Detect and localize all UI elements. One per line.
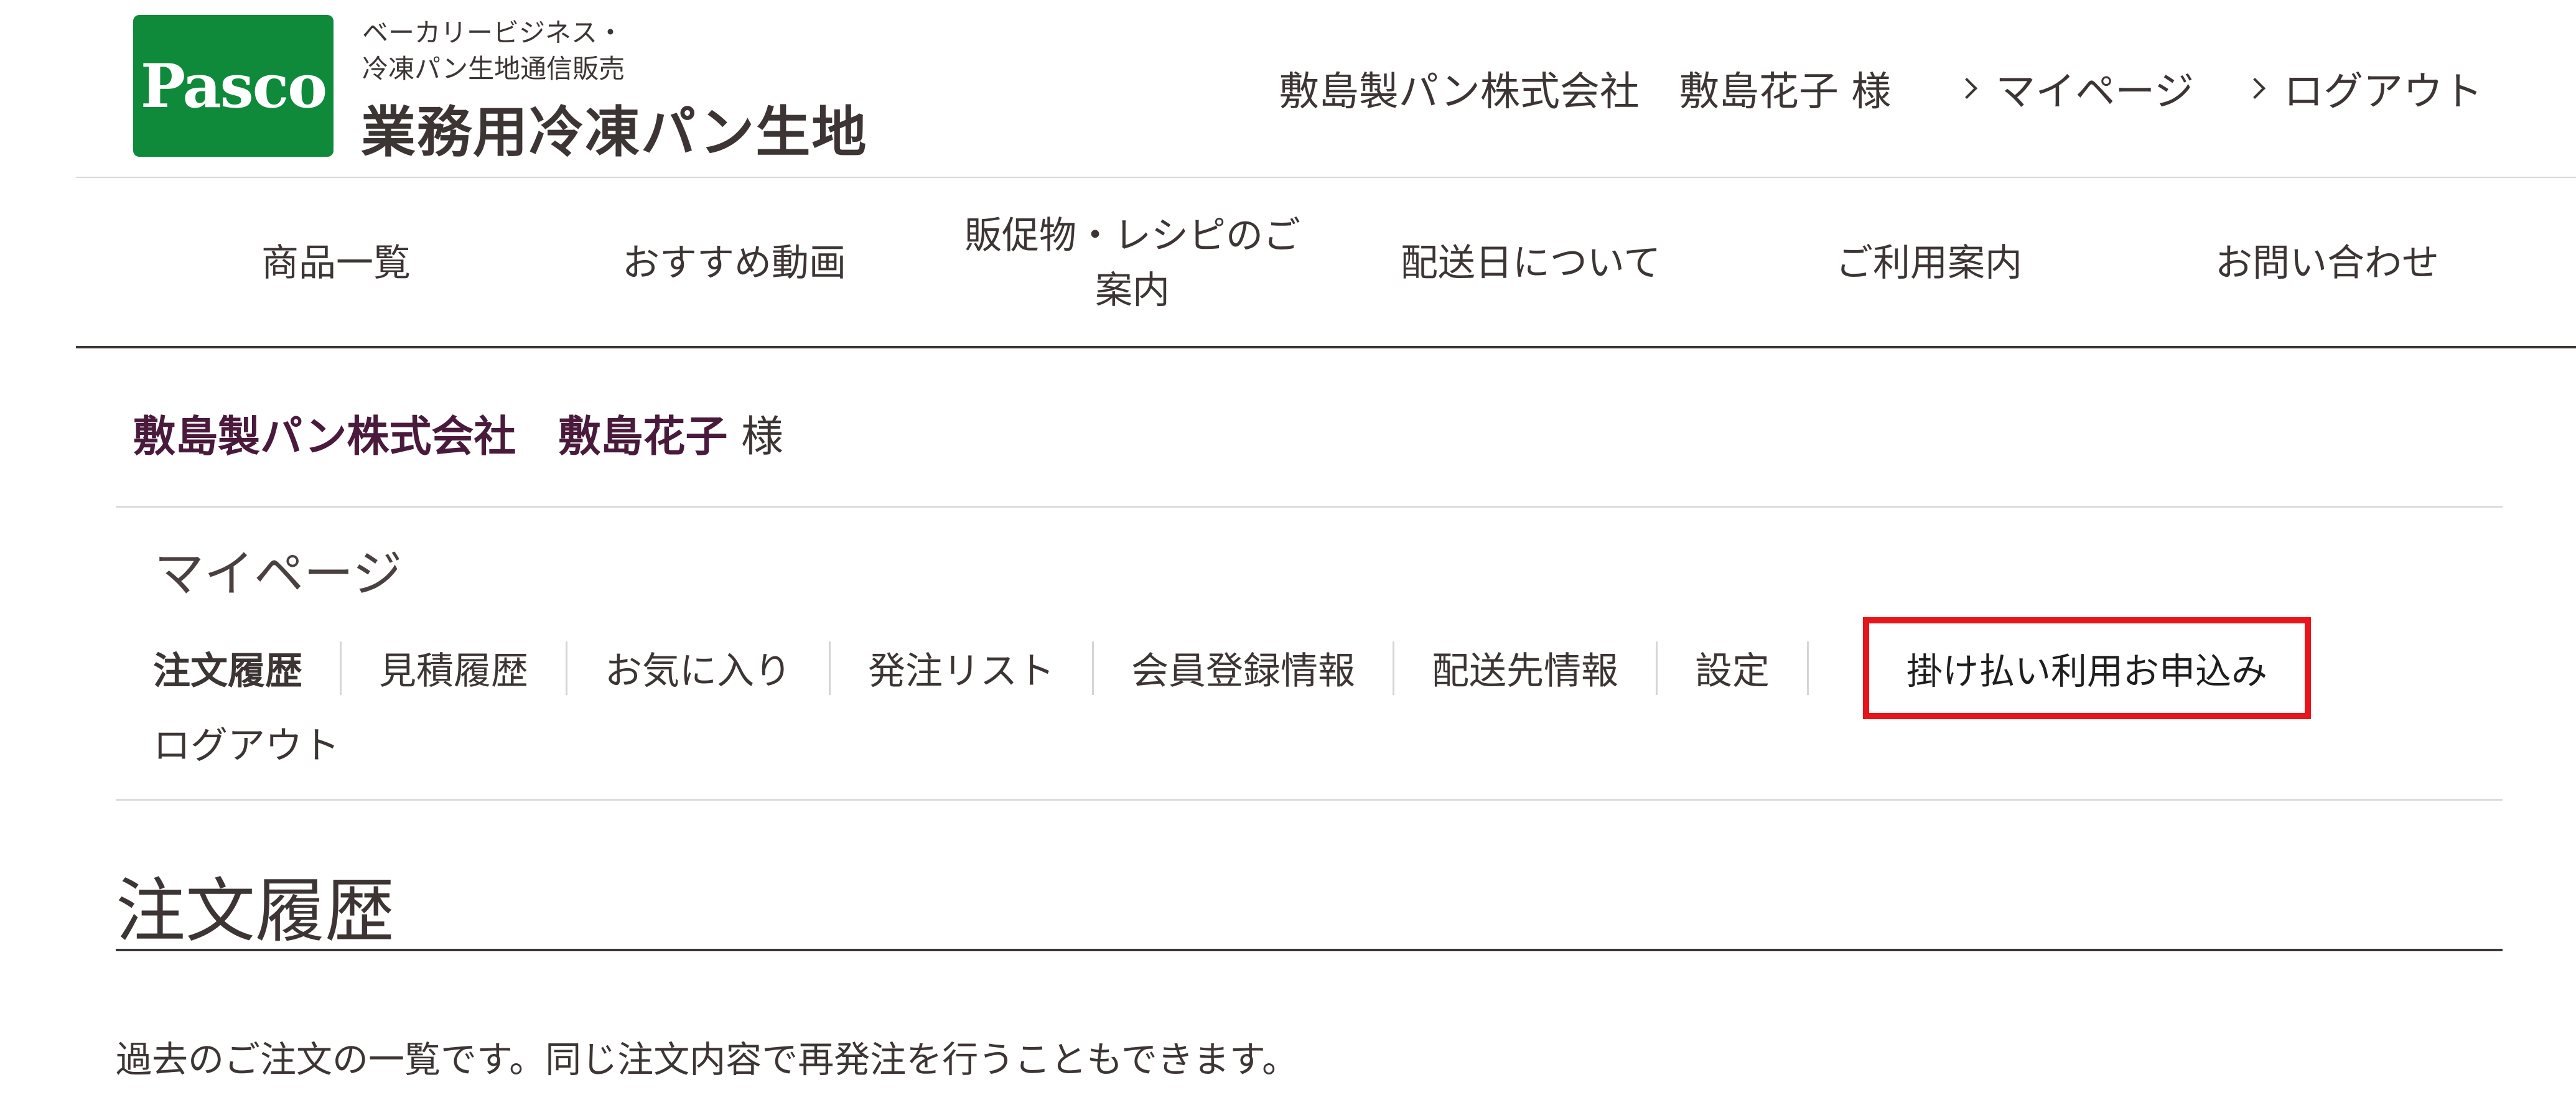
tab-separator xyxy=(566,641,567,695)
brand-subtitle: ベーカリービジネス・ 冷凍パン生地通信販売 xyxy=(362,15,625,87)
nav-item-products[interactable]: 商品一覧 xyxy=(137,236,535,291)
tabs-divider xyxy=(116,799,2503,801)
tab-order-list[interactable]: 発注リスト xyxy=(868,641,1055,695)
brand-title: 業務用冷凍パン生地 xyxy=(361,100,868,164)
tab-order-history[interactable]: 注文履歴 xyxy=(153,641,302,695)
tab-separator xyxy=(1656,641,1658,695)
chevron-right-icon xyxy=(1956,78,1978,99)
nav-item-usage-guide[interactable]: ご利用案内 xyxy=(1730,236,2128,291)
tab-settings[interactable]: 設定 xyxy=(1695,641,1770,695)
header-divider xyxy=(76,177,2576,178)
nav-item-delivery-dates[interactable]: 配送日について xyxy=(1332,236,1730,291)
tab-separator xyxy=(1393,641,1394,695)
header-user-name: 敷島製パン株式会社 敷島花子 様 xyxy=(1279,69,1892,115)
logo-text: Pasco xyxy=(140,50,327,121)
brand-subtitle-line1: ベーカリービジネス・ xyxy=(362,17,624,48)
tab-separator xyxy=(1092,641,1094,695)
nav-item-promo-recipes[interactable]: 販促物・レシピのご案内 xyxy=(933,208,1332,318)
header-logout-link[interactable]: ログアウト xyxy=(2244,60,2483,117)
nav-item-recommended-videos[interactable]: おすすめ動画 xyxy=(535,236,933,291)
section-divider xyxy=(116,949,2503,951)
header-mypage-label: マイページ xyxy=(1995,69,2194,115)
tab-favorites[interactable]: お気に入り xyxy=(605,641,791,695)
tab-quote-history[interactable]: 見積履歴 xyxy=(379,641,528,695)
tab-separator xyxy=(340,641,342,695)
mypage-title: マイページ xyxy=(154,545,403,603)
pasco-logo[interactable]: Pasco xyxy=(133,15,334,157)
chevron-right-icon xyxy=(2244,78,2266,99)
greeting-honorific: 様 xyxy=(741,412,784,462)
credit-payment-apply-button[interactable]: 掛け払い利用お申込み xyxy=(1863,617,2311,719)
tab-separator xyxy=(829,641,831,695)
header-mypage-link[interactable]: マイページ xyxy=(1956,60,2194,117)
greeting-name: 敷島製パン株式会社 敷島花子 xyxy=(133,412,728,462)
tab-logout[interactable]: ログアウト xyxy=(153,715,340,770)
brand-subtitle-line2: 冷凍パン生地通信販売 xyxy=(362,54,625,84)
tab-delivery-address[interactable]: 配送先情報 xyxy=(1432,641,1618,695)
tab-separator xyxy=(1807,641,1809,695)
nav-item-contact[interactable]: お問い合わせ xyxy=(2128,236,2526,291)
order-history-description: 過去のご注文の一覧です。同じ注文内容で再発注を行うこともできます。 xyxy=(116,1038,1299,1081)
tab-member-info[interactable]: 会員登録情報 xyxy=(1131,641,1355,695)
header-logout-label: ログアウト xyxy=(2284,69,2483,115)
page: Pasco ベーカリービジネス・ 冷凍パン生地通信販売 業務用冷凍パン生地 敷島… xyxy=(0,0,2576,1118)
page-title: 注文履歴 xyxy=(116,871,394,952)
greeting: 敷島製パン株式会社 敷島花子 様 xyxy=(133,402,783,464)
mypage-tabs: 注文履歴 見積履歴 お気に入り 発注リスト 会員登録情報 配送先情報 設定 xyxy=(153,641,1846,695)
greeting-divider xyxy=(116,506,2503,508)
global-nav: 商品一覧 おすすめ動画 販促物・レシピのご案内 配送日について ご利用案内 お問… xyxy=(76,179,2576,347)
header-user-area: 敷島製パン株式会社 敷島花子 様 マイページ ログアウト xyxy=(1279,60,2483,117)
nav-divider xyxy=(76,346,2576,348)
